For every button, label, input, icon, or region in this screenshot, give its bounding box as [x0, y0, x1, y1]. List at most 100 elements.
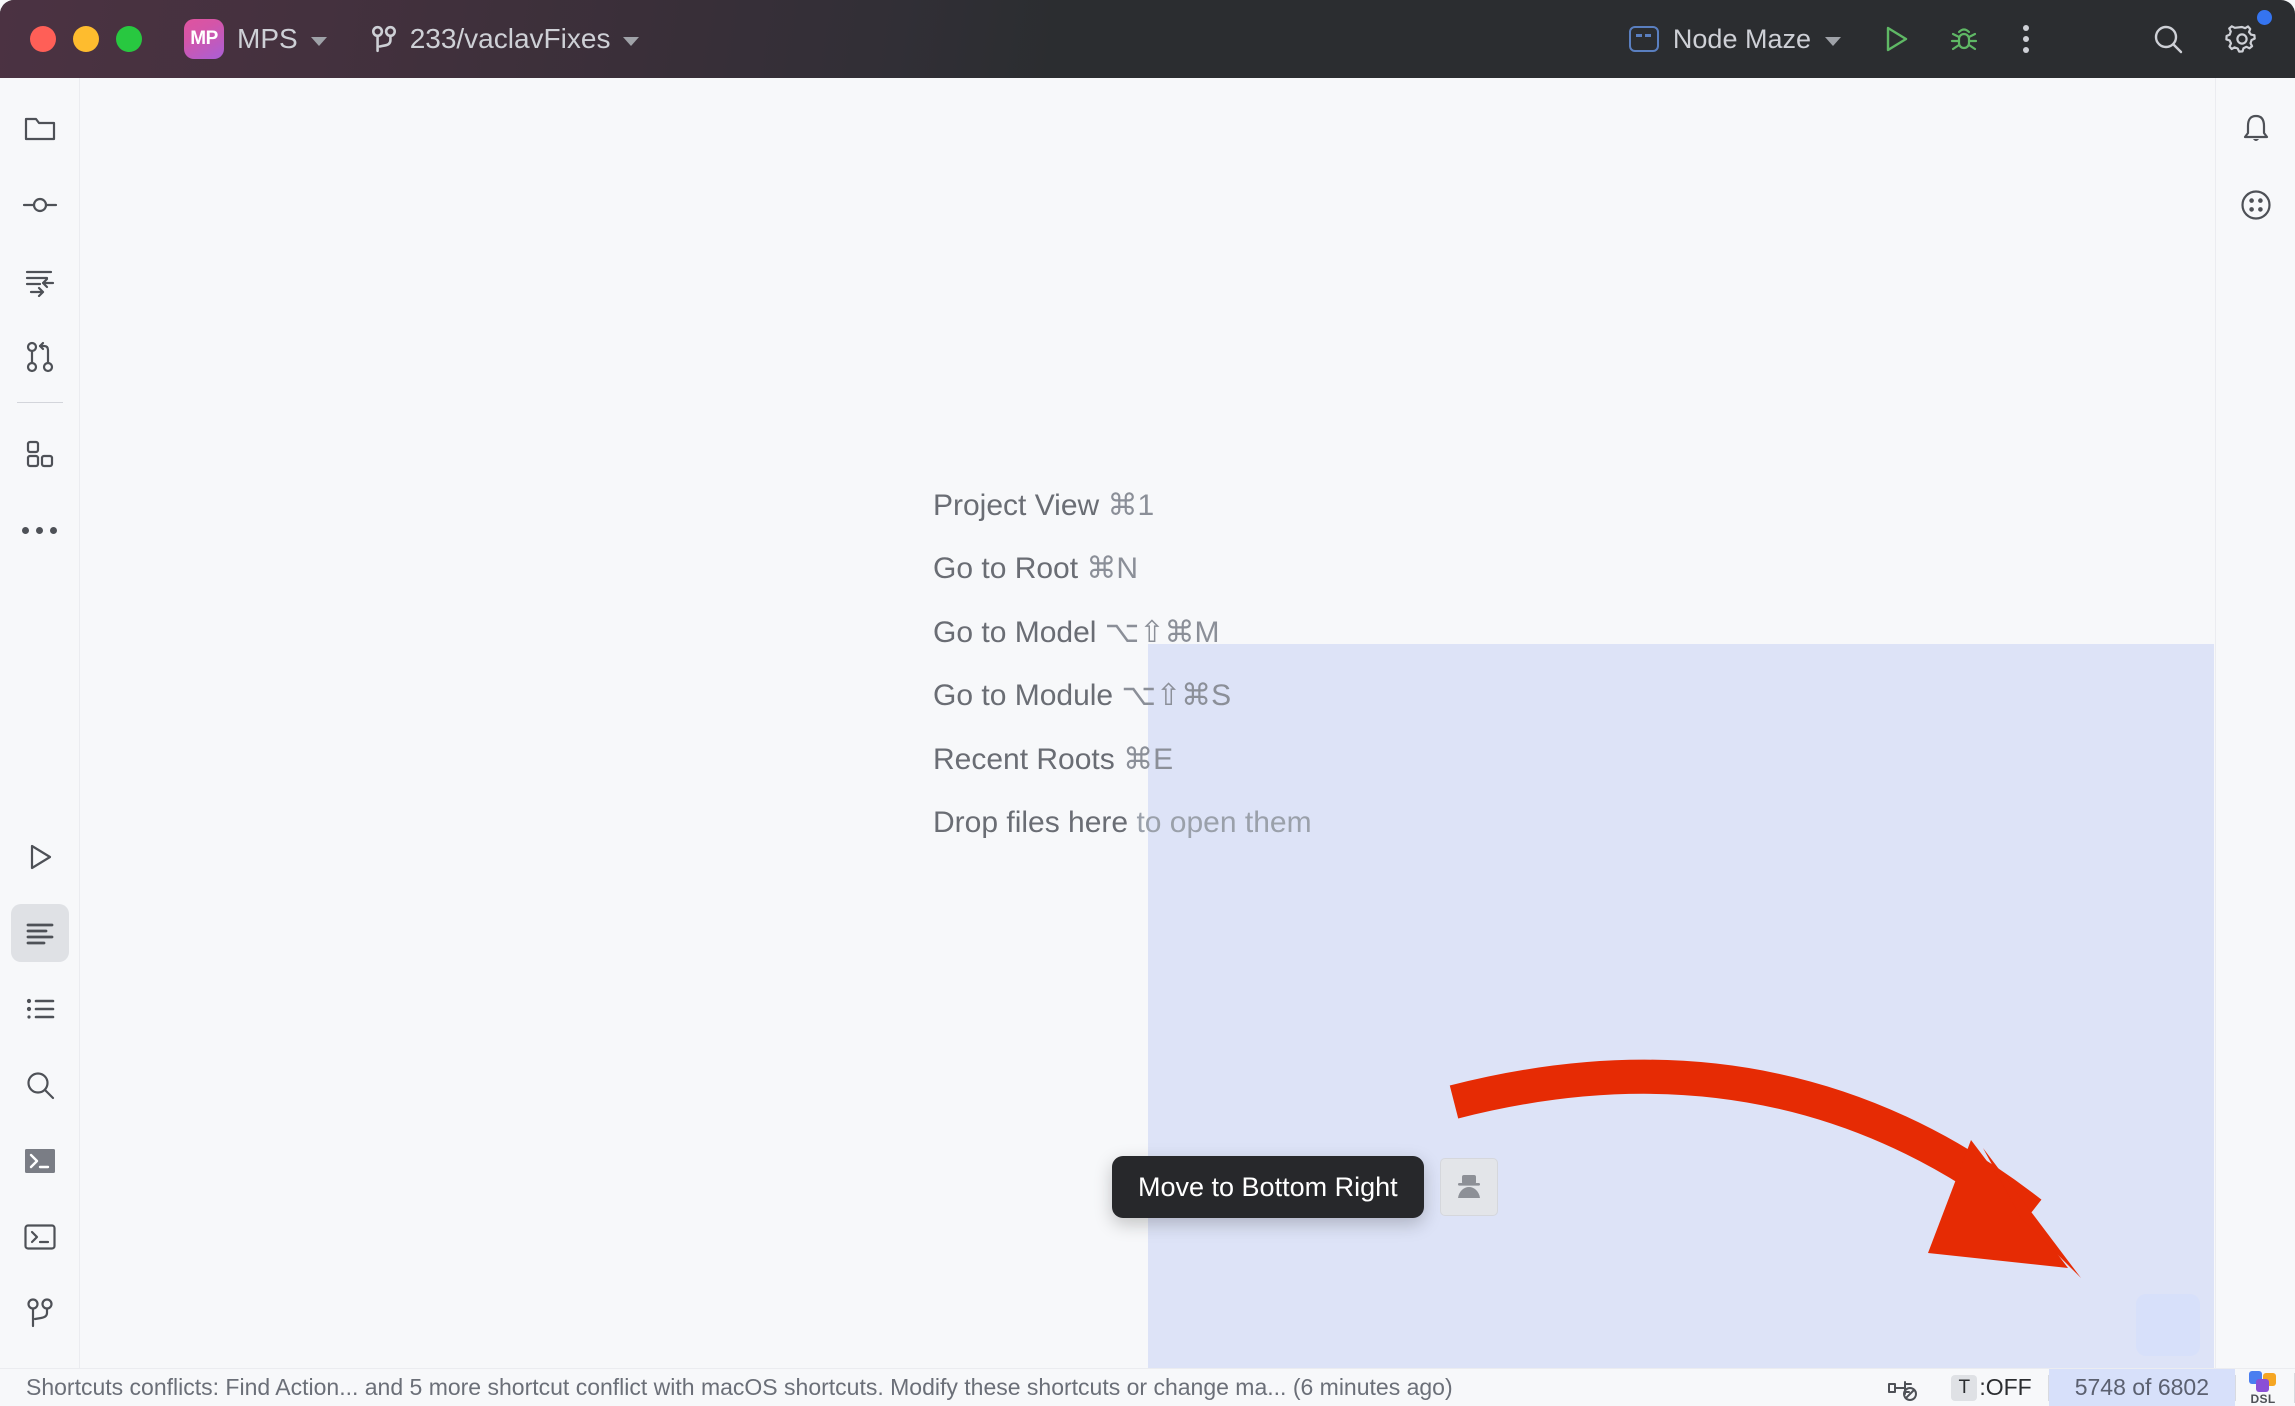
dsl-status-button[interactable]: DSL [2236, 1369, 2294, 1406]
status-message[interactable]: Shortcuts conflicts: Find Action... and … [26, 1374, 1453, 1401]
four-dots-circle-icon [2240, 190, 2271, 220]
sidebar-item-notifications[interactable] [2227, 100, 2285, 158]
debug-icon [1950, 28, 1978, 51]
hint-label: Project View [933, 489, 1100, 522]
maximize-window-button[interactable] [116, 26, 142, 52]
plug-status-button[interactable] [1869, 1369, 1935, 1406]
mps-ide-window: MP MPS 233/vaclavFixes Node Maze Project… [0, 0, 2295, 1406]
left-tool-sidebar [0, 78, 80, 1368]
move-tool-window-handle[interactable] [1440, 1158, 1498, 1216]
sidebar-item-plugins[interactable] [11, 425, 69, 483]
project-selector[interactable]: MP MPS [184, 19, 327, 59]
titlebar-right-actions: Node Maze [1615, 10, 2295, 66]
hint-shortcut: ⌘N [1086, 552, 1139, 586]
more-dots-icon [22, 526, 57, 534]
window-traffic-lights [30, 26, 142, 52]
run-icon [30, 844, 51, 870]
run-configuration-selector[interactable]: Node Maze [1615, 12, 1855, 66]
sidebar-item-messages[interactable] [10, 904, 69, 962]
title-bar: MP MPS 233/vaclavFixes Node Maze [0, 0, 2295, 78]
more-options-button[interactable] [2003, 12, 2049, 66]
plug-disabled-icon [1888, 1380, 1918, 1401]
dsl-squares-icon [2248, 1370, 2278, 1393]
todo-list-icon [26, 998, 54, 1019]
minimize-window-button[interactable] [73, 26, 99, 52]
run-icon [1886, 26, 1908, 52]
sidebar-item-run[interactable] [11, 828, 69, 886]
run-config-icon [1628, 26, 1659, 52]
settings-notification-badge [2257, 10, 2272, 25]
run-config-label: Node Maze [1672, 23, 1811, 54]
typing-state-label: :OFF [1979, 1374, 2032, 1400]
drop-hint-primary: Drop files here [933, 805, 1129, 839]
changes-icon [25, 270, 54, 297]
hint-shortcut: ⌥⇧⌘M [1104, 615, 1220, 649]
sidebar-item-console[interactable] [11, 1208, 69, 1266]
typing-assistance-status[interactable]: T :OFF [1935, 1369, 2047, 1406]
folder-icon [24, 117, 55, 141]
bottom-right-drop-target[interactable] [2136, 1294, 2200, 1356]
sidebar-item-widgets[interactable] [2227, 176, 2285, 234]
pull-request-icon [26, 341, 53, 373]
editor-empty-canvas: Project View ⌘1 Go to Root ⌘N Go to Mode… [81, 78, 2214, 1368]
sidebar-divider [16, 402, 63, 403]
dsl-logo: DSL [2246, 1370, 2280, 1406]
project-name-label: MPS [237, 23, 298, 54]
sidebar-item-terminal[interactable] [11, 1132, 69, 1190]
status-bar-right: T :OFF 5748 of 6802 DSL [1869, 1368, 2295, 1406]
more-options-icon [2023, 25, 2029, 53]
mps-logo: MP [184, 19, 224, 59]
hint-shortcut: ⌘E [1123, 742, 1174, 776]
messages-icon [26, 923, 53, 945]
sidebar-item-version-control[interactable] [11, 1284, 69, 1342]
drop-hint-secondary: to open them [1136, 805, 1312, 839]
hint-go-to-model[interactable]: Go to Model ⌥⇧⌘M [933, 615, 1312, 650]
branch-icon [371, 25, 396, 53]
hint-project-view[interactable]: Project View ⌘1 [933, 488, 1312, 523]
sidebar-item-find[interactable] [11, 1056, 69, 1114]
modules-icon [26, 440, 53, 468]
debug-button[interactable] [1937, 12, 1991, 66]
empty-state-hints: Project View ⌘1 Go to Root ⌘N Go to Mode… [933, 488, 1312, 840]
hint-shortcut: ⌘1 [1107, 489, 1155, 522]
chevron-down-icon [1825, 36, 1841, 46]
hint-recent-roots[interactable]: Recent Roots ⌘E [933, 742, 1312, 777]
terminal-filled-icon [24, 1149, 55, 1173]
status-bar: Shortcuts conflicts: Find Action... and … [0, 1368, 2295, 1406]
chevron-down-icon [623, 36, 640, 46]
hint-label: Go to Model [933, 615, 1097, 649]
hint-shortcut: ⌥⇧⌘S [1121, 679, 1232, 713]
sidebar-item-commit[interactable] [11, 176, 69, 234]
typing-badge: T [1951, 1374, 1978, 1401]
sidebar-item-project[interactable] [11, 100, 69, 158]
run-button[interactable] [1869, 12, 1923, 66]
branch-selector[interactable]: 233/vaclavFixes [371, 23, 640, 55]
terminal-outline-icon [23, 1224, 56, 1250]
hint-go-to-module[interactable]: Go to Module ⌥⇧⌘S [933, 678, 1312, 713]
search-icon [2154, 25, 2183, 54]
chevron-down-icon [310, 36, 327, 46]
right-tool-sidebar [2215, 78, 2295, 1368]
hint-label: Go to Module [933, 679, 1114, 713]
hint-label: Go to Root [933, 552, 1079, 586]
hint-go-to-root[interactable]: Go to Root ⌘N [933, 551, 1312, 586]
branch-icon [26, 1298, 53, 1328]
commit-icon [22, 197, 57, 213]
branch-name-label: 233/vaclavFixes [409, 23, 611, 54]
sidebar-item-pull-requests[interactable] [11, 328, 69, 386]
avatar-icon [1458, 1175, 1480, 1198]
dsl-label: DSL [2250, 1391, 2276, 1406]
sidebar-item-changes[interactable] [11, 252, 69, 310]
search-everywhere-button[interactable] [2141, 12, 2195, 66]
memory-indicator[interactable]: 5748 of 6802 [2048, 1368, 2235, 1406]
sidebar-item-todo[interactable] [11, 980, 69, 1038]
bell-icon [2243, 114, 2268, 141]
move-to-bottom-right-tooltip: Move to Bottom Right [1112, 1156, 1424, 1218]
hint-label: Recent Roots [933, 742, 1115, 776]
settings-button[interactable] [2215, 10, 2272, 66]
search-icon [26, 1072, 54, 1100]
hint-drop-files: Drop files here to open them [933, 805, 1312, 840]
sidebar-item-more[interactable] [11, 501, 69, 559]
close-window-button[interactable] [30, 26, 56, 52]
gear-icon [2225, 25, 2256, 53]
